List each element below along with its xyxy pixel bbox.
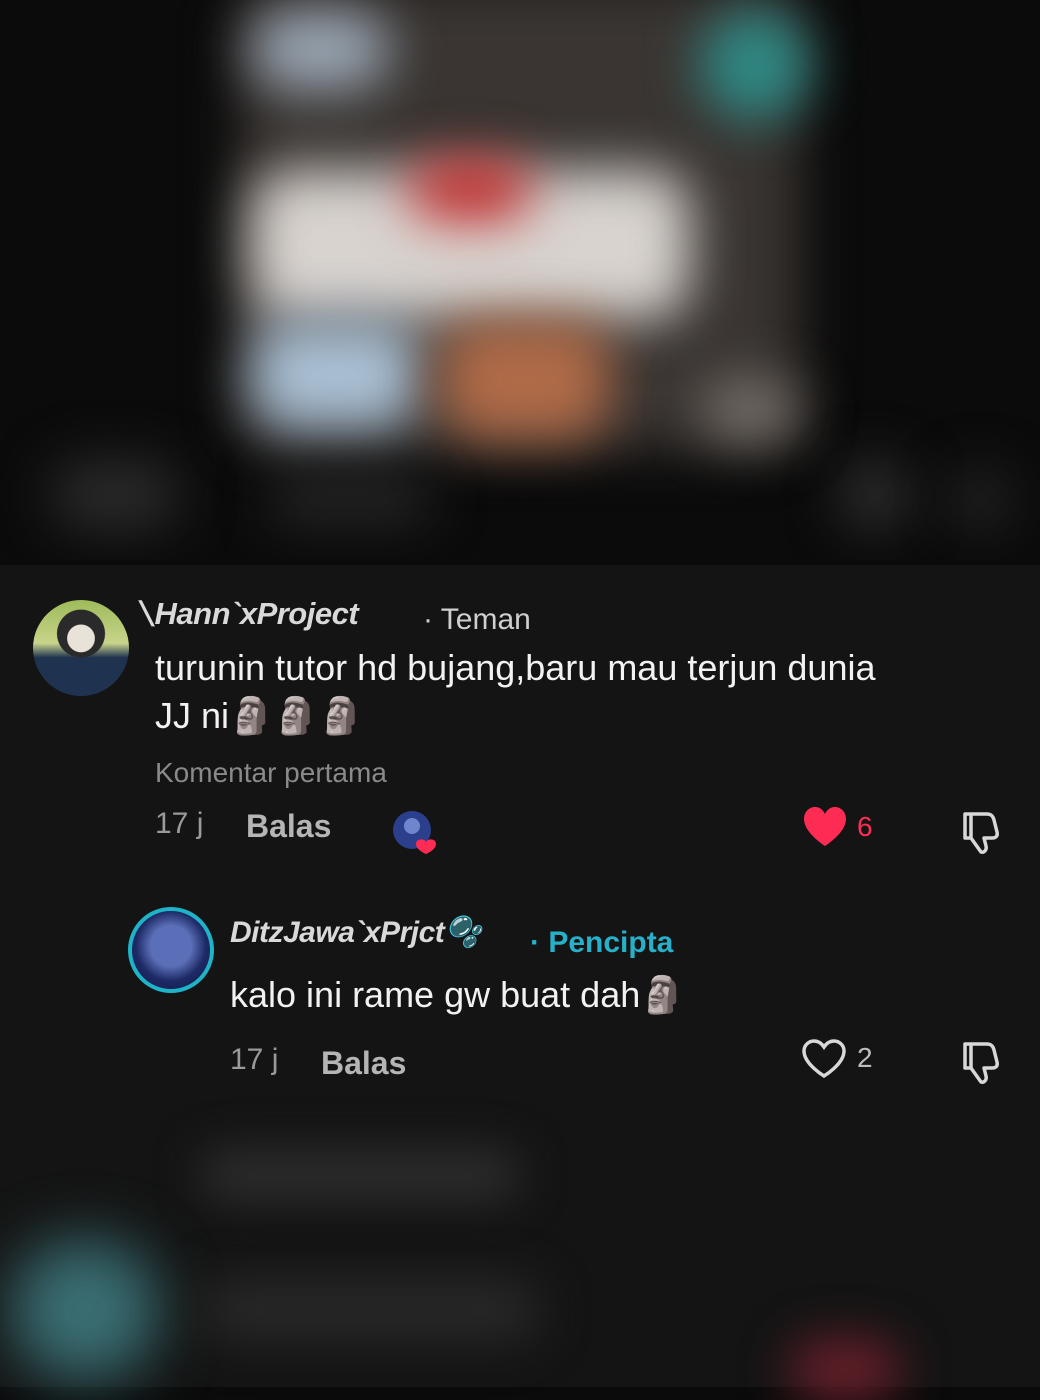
creator-badge: · Pencipta	[530, 926, 674, 959]
reply-username[interactable]: DitzJawa`xPrjct🫧	[230, 915, 482, 950]
first-comment-label: Komentar pertama	[155, 757, 387, 788]
heart-outline-icon[interactable]	[801, 1038, 847, 1080]
comment-timestamp: 17 j	[155, 807, 204, 840]
comment-username[interactable]: ⃥Hann`xProject	[155, 596, 359, 633]
blurred-content	[200, 1280, 540, 1340]
liked-by-creator-avatar	[392, 810, 436, 854]
like-count: 6	[857, 811, 873, 842]
like-count: 2	[857, 1042, 873, 1073]
reply-button[interactable]: Balas	[246, 808, 331, 845]
heart-filled-icon[interactable]	[802, 806, 848, 848]
blurred-content	[790, 1340, 900, 1400]
video-preview-blurred[interactable]	[0, 0, 1040, 560]
avatar[interactable]	[128, 907, 214, 993]
dislike-icon[interactable]	[957, 808, 1005, 856]
reply-button[interactable]: Balas	[321, 1045, 406, 1082]
reply-timestamp: 17 j	[230, 1043, 279, 1076]
blurred-content	[200, 1150, 520, 1200]
friend-badge: · Teman	[423, 603, 531, 636]
reply-text: kalo ini rame gw buat dah🗿	[230, 974, 686, 1015]
comment-text-line1: turunin tutor hd bujang,baru mau terjun …	[155, 647, 876, 688]
comment-text-line2: JJ ni🗿🗿🗿	[155, 695, 364, 736]
dislike-icon[interactable]	[957, 1038, 1005, 1086]
avatar[interactable]	[33, 600, 129, 696]
blurred-avatar	[10, 1240, 160, 1380]
